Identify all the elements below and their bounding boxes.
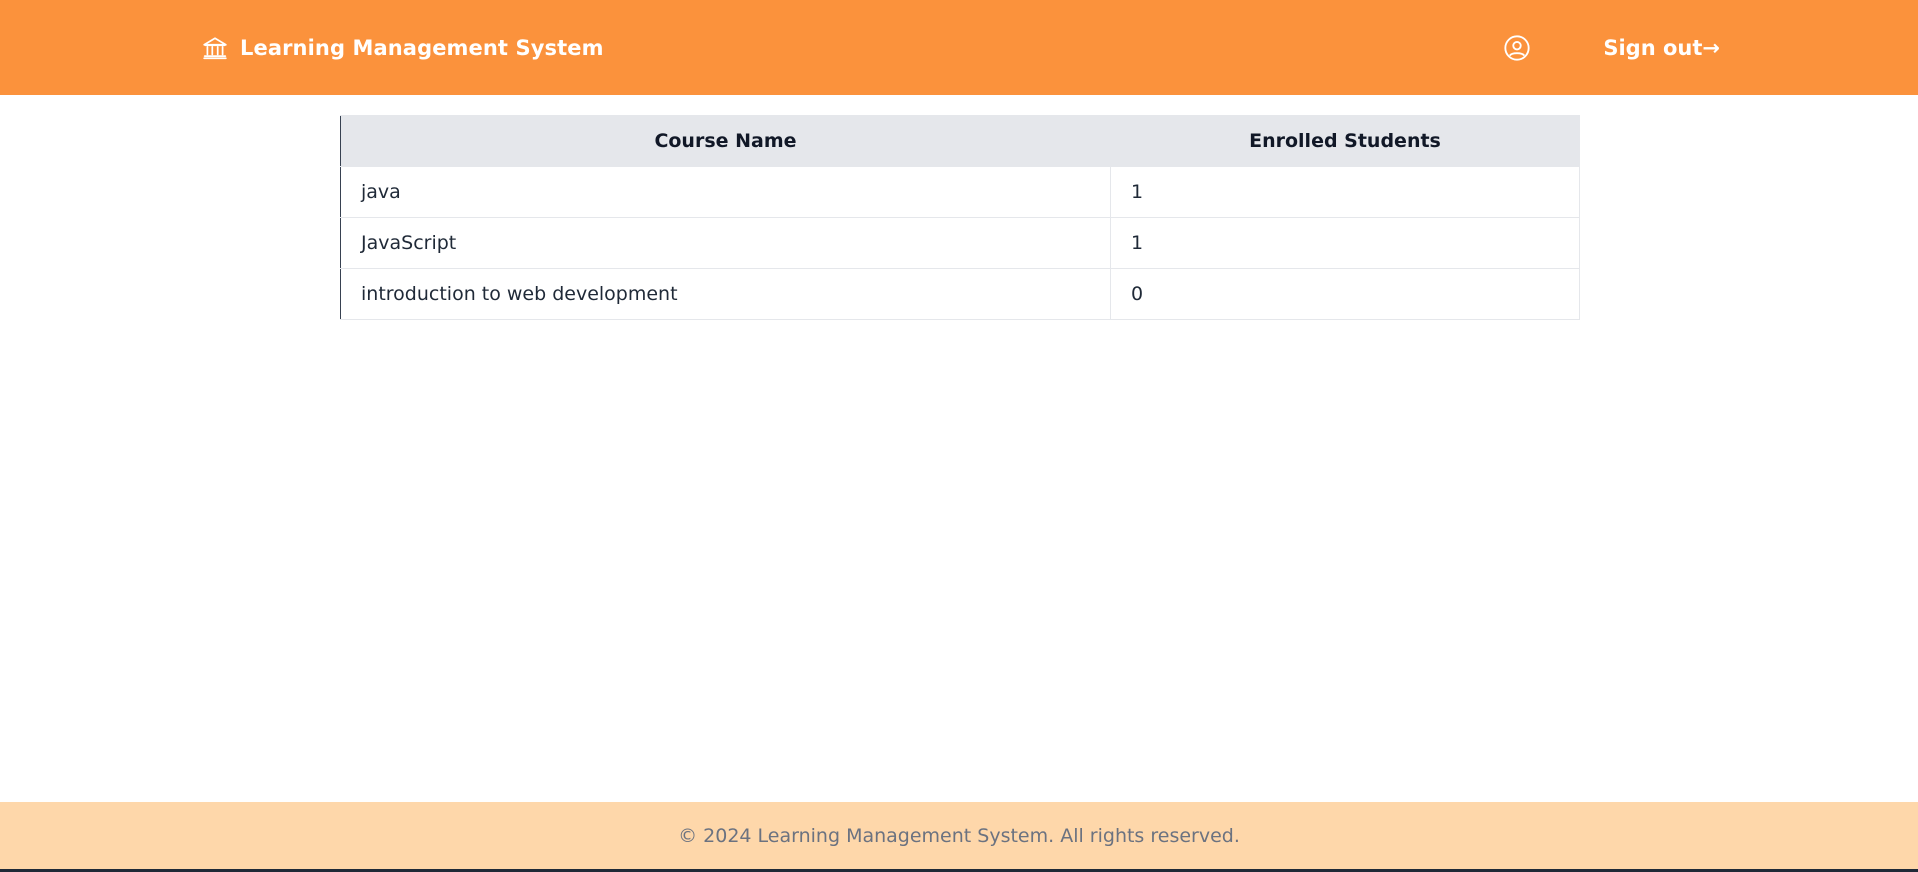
table-row: introduction to web development 0	[340, 268, 1580, 320]
brand[interactable]: Learning Management System	[202, 35, 604, 61]
top-navbar: Learning Management System Sign out→	[0, 0, 1918, 95]
courses-table-container: Course Name Enrolled Students java 1 Jav…	[340, 115, 1580, 320]
copyright-text: © 2024 Learning Management System. All r…	[678, 824, 1240, 847]
enrolled-count-cell: 0	[1110, 268, 1580, 320]
table-row: JavaScript 1	[340, 217, 1580, 269]
table-header: Course Name Enrolled Students	[340, 115, 1580, 167]
header-actions: Sign out→	[1503, 34, 1720, 62]
footer: © 2024 Learning Management System. All r…	[0, 802, 1918, 872]
table-body: java 1 JavaScript 1 introduction to web …	[340, 166, 1580, 320]
course-name-cell: introduction to web development	[340, 268, 1111, 320]
course-name-cell: java	[340, 166, 1111, 218]
sign-out-button[interactable]: Sign out→	[1603, 36, 1720, 60]
column-header-course-name: Course Name	[340, 115, 1111, 167]
course-name-cell: JavaScript	[340, 217, 1111, 269]
user-circle-icon[interactable]	[1503, 34, 1531, 62]
table-header-row: Course Name Enrolled Students	[340, 115, 1580, 167]
courses-table: Course Name Enrolled Students java 1 Jav…	[340, 115, 1580, 320]
table-row: java 1	[340, 166, 1580, 218]
column-header-enrolled-students: Enrolled Students	[1110, 115, 1580, 167]
app-title: Learning Management System	[240, 35, 604, 60]
enrolled-count-cell: 1	[1110, 217, 1580, 269]
main-content: Course Name Enrolled Students java 1 Jav…	[0, 95, 1918, 802]
page: Learning Management System Sign out→ Cou…	[0, 0, 1918, 872]
enrolled-count-cell: 1	[1110, 166, 1580, 218]
bank-icon	[202, 35, 228, 61]
